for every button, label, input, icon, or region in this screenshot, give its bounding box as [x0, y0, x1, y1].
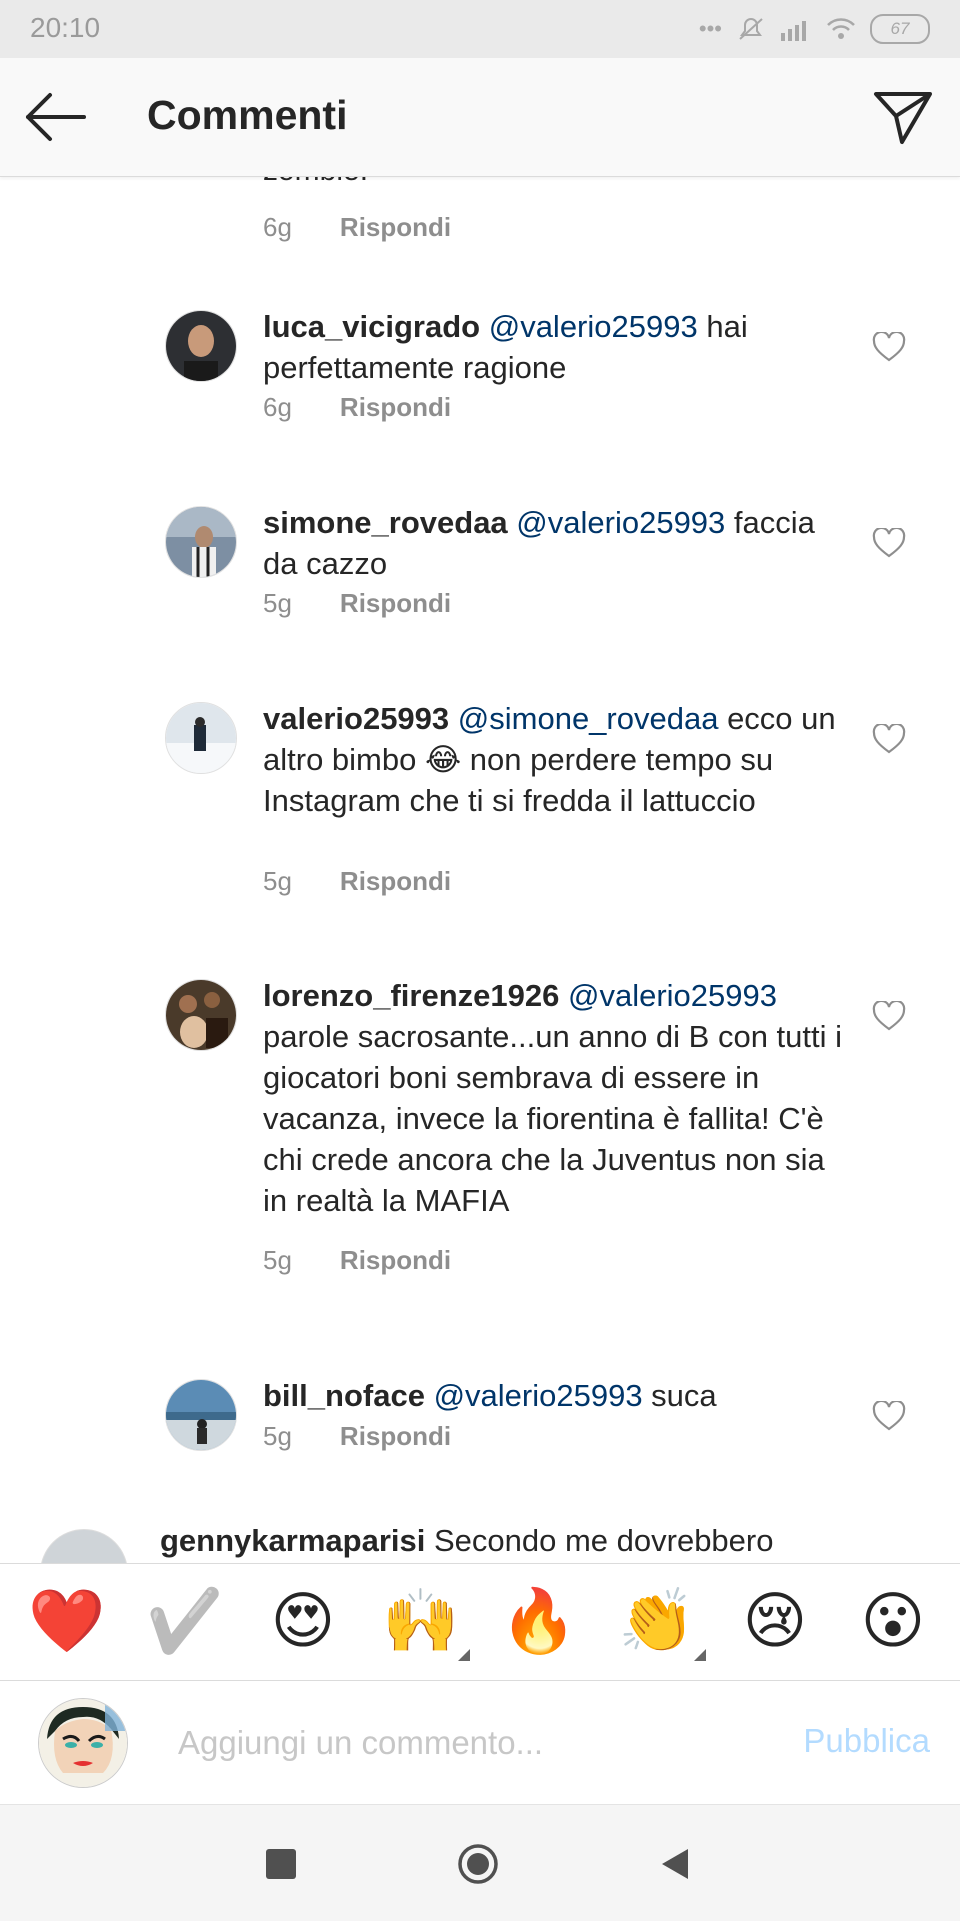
comment-time: 6g	[263, 212, 292, 242]
comment-username[interactable]: gennykarmaparisi	[160, 1523, 425, 1558]
battery-icon: 67	[870, 14, 930, 44]
emoji-surprised-button[interactable]: 😮	[850, 1579, 936, 1665]
avatar[interactable]	[165, 310, 237, 382]
comment-body: parole sacrosante...un anno di B con tut…	[263, 1019, 843, 1218]
reply-button[interactable]: Rispondi	[340, 1421, 451, 1452]
reply-button[interactable]: Rispondi	[340, 392, 451, 423]
comment-username[interactable]: bill_noface	[263, 1378, 425, 1413]
comment-meta: 6g Rispondi	[263, 392, 451, 423]
comment-text: lorenzo_firenze1926 @valerio25993 parole…	[263, 975, 843, 1221]
reply-button[interactable]: Rispondi	[340, 588, 451, 619]
page-title: Commenti	[147, 92, 348, 138]
variant-indicator-icon	[694, 1649, 706, 1661]
comment-body: Secondo me dovrebbero	[425, 1523, 774, 1558]
variant-indicator-icon	[458, 1649, 470, 1661]
home-icon[interactable]	[457, 1843, 499, 1885]
reply-button[interactable]: Rispondi	[340, 866, 451, 897]
emoji-fire-button[interactable]: 🔥	[496, 1579, 582, 1665]
avatar	[38, 1698, 128, 1788]
comment-composer: Pubblica	[0, 1682, 960, 1804]
emoji-heart-button[interactable]: ❤️	[24, 1579, 110, 1665]
reply-button[interactable]: Rispondi	[340, 1245, 451, 1276]
emoji-heart-eyes-button[interactable]: 😍	[260, 1579, 346, 1665]
comment-input[interactable]	[176, 1712, 740, 1774]
emoji-quick-bar: ❤️ ✔️ 😍 🙌 🔥 👏 😢 😮	[0, 1563, 960, 1681]
like-heart-icon[interactable]	[872, 1001, 906, 1031]
avatar[interactable]	[40, 1529, 128, 1563]
comment-mention[interactable]: @valerio25993	[489, 309, 698, 344]
emoji-raised-hands-button[interactable]: 🙌	[378, 1579, 470, 1665]
comment-body: suca	[642, 1378, 717, 1413]
system-nav-bar	[0, 1804, 960, 1921]
comment-text: bill_noface @valerio25993 suca	[263, 1375, 843, 1416]
comment-time: 6g	[263, 392, 292, 422]
like-heart-icon[interactable]	[872, 332, 906, 362]
comment-username[interactable]: simone_rovedaa	[263, 505, 508, 540]
back-triangle-icon[interactable]	[658, 1847, 692, 1881]
like-heart-icon[interactable]	[872, 528, 906, 558]
comment-time: 5g	[263, 588, 292, 618]
more-dots-icon: •••	[698, 16, 722, 41]
comment-time: 5g	[263, 866, 292, 896]
direct-send-icon[interactable]	[872, 88, 934, 146]
comment-time: 5g	[263, 1245, 292, 1275]
comment-text: simone_rovedaa @valerio25993 faccia da c…	[263, 502, 843, 584]
comment-mention[interactable]: @simone_rovedaa	[458, 701, 719, 736]
wifi-icon	[827, 18, 855, 39]
comment-mention[interactable]: @valerio25993	[516, 505, 725, 540]
comment-meta: 5g Rispondi	[263, 588, 451, 619]
comment-meta: 5g Rispondi	[263, 1245, 451, 1276]
status-bar: 20:10 ••• 67	[0, 0, 960, 58]
comments-list[interactable]: zombie. 6g Rispondi luca_vicigrado @vale…	[0, 176, 960, 1563]
reply-button[interactable]: Rispondi	[340, 212, 451, 243]
avatar[interactable]	[165, 702, 237, 774]
top-bar: Commenti	[0, 58, 960, 177]
comment-username[interactable]: luca_vicigrado	[263, 309, 480, 344]
emoji-check-button[interactable]: ✔️	[142, 1579, 228, 1665]
emoji-clap-button[interactable]: 👏	[614, 1579, 706, 1665]
status-icons: ••• 67	[699, 14, 930, 44]
comment-text-partial: zombie.	[263, 176, 368, 188]
like-heart-icon[interactable]	[872, 724, 906, 754]
status-time: 20:10	[30, 12, 101, 43]
avatar[interactable]	[165, 506, 237, 578]
publish-button[interactable]: Pubblica	[803, 1722, 930, 1760]
comment-text: gennykarmaparisi Secondo me dovrebbero	[160, 1523, 773, 1559]
avatar[interactable]	[165, 1379, 237, 1451]
comment-mention[interactable]: @valerio25993	[434, 1378, 643, 1413]
comment-mention[interactable]: @valerio25993	[568, 978, 777, 1013]
like-heart-icon[interactable]	[872, 1401, 906, 1431]
mute-icon	[739, 18, 763, 40]
recents-icon[interactable]	[266, 1849, 296, 1879]
avatar[interactable]	[165, 979, 237, 1051]
comment-text: luca_vicigrado @valerio25993 hai perfett…	[263, 306, 843, 388]
comment-username[interactable]: valerio25993	[263, 701, 449, 736]
emoji-cry-button[interactable]: 😢	[732, 1579, 818, 1665]
comment-username[interactable]: lorenzo_firenze1926	[263, 978, 559, 1013]
back-arrow-icon[interactable]	[24, 90, 88, 144]
signal-icon	[781, 21, 806, 41]
emoji-glyph: 🙌	[382, 1587, 460, 1656]
emoji-glyph: 👏	[618, 1587, 696, 1656]
comment-time: 5g	[263, 1421, 292, 1451]
comment-meta: 5g Rispondi	[263, 866, 451, 897]
comment-meta: 5g Rispondi	[263, 1421, 451, 1452]
comment-text: valerio25993 @simone_rovedaa ecco un alt…	[263, 698, 843, 821]
comment-meta: 6g Rispondi	[263, 212, 451, 243]
